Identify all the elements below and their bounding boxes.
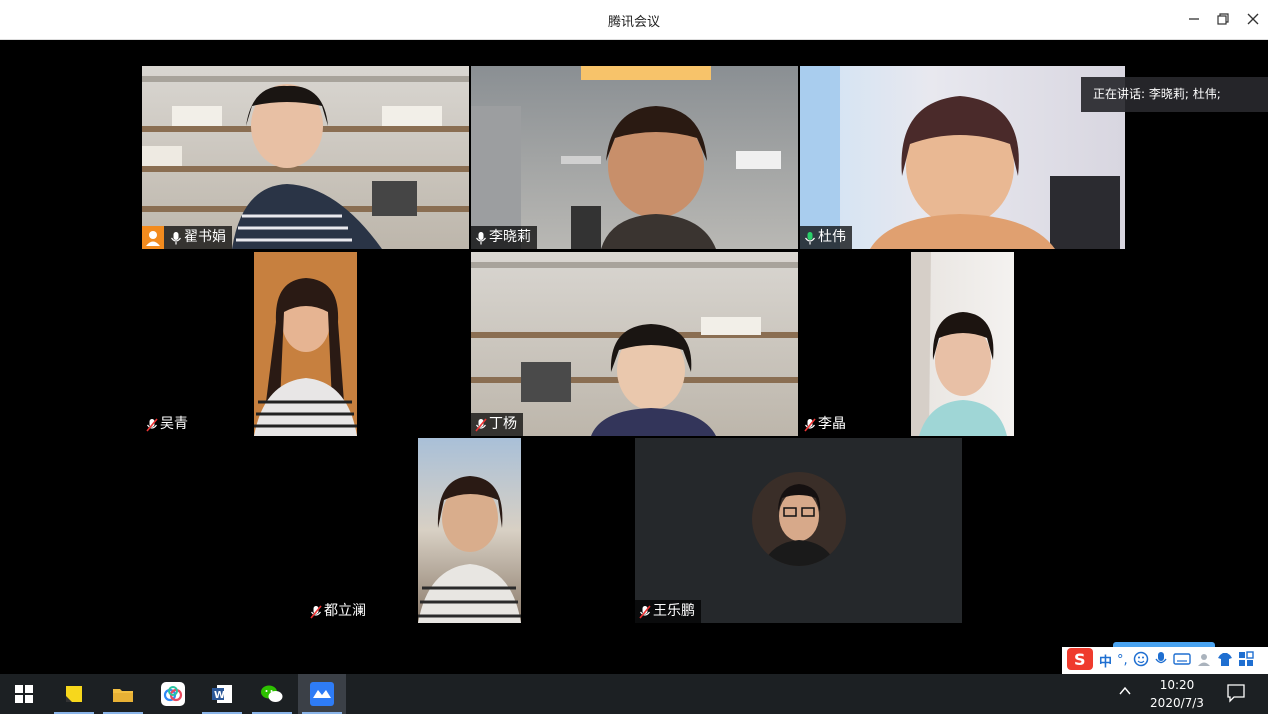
participant-label: 李晶	[800, 413, 852, 436]
word-icon[interactable]: W	[198, 674, 246, 714]
clock-date: 2020/7/3	[1150, 696, 1204, 710]
svg-text:W: W	[214, 690, 225, 701]
skin-icon[interactable]	[1217, 651, 1233, 671]
chevron-up-icon[interactable]	[1118, 684, 1132, 702]
participant-tile[interactable]: 李晶	[800, 252, 1125, 436]
speaking-indicator: 正在讲话: 李晓莉; 杜伟;	[1081, 77, 1268, 112]
host-icon	[142, 226, 164, 249]
participant-name: 吴青	[160, 416, 188, 432]
close-icon[interactable]	[1242, 8, 1264, 30]
sticky-notes-icon[interactable]	[50, 674, 98, 714]
svg-text:S: S	[1074, 650, 1086, 669]
participant-tile[interactable]: 杜伟	[800, 66, 1125, 249]
participant-tile[interactable]: 都立澜	[306, 438, 633, 623]
baidu-netdisk-icon[interactable]	[149, 674, 197, 714]
system-clock[interactable]: 10:20 2020/7/3	[1140, 676, 1214, 712]
video-grid: 翟书娟 李晓莉 杜伟 吴青 丁杨 李晶 都立澜 王乐鹏	[0, 40, 1268, 674]
participant-name: 李晶	[818, 416, 846, 432]
video-feed	[254, 252, 357, 436]
participant-label: 王乐鹏	[635, 600, 701, 623]
voice-input-icon[interactable]	[1154, 651, 1168, 671]
participant-tile[interactable]: 丁杨	[471, 252, 798, 436]
participant-label: 都立澜	[306, 600, 372, 623]
participant-label: 翟书娟	[142, 226, 232, 249]
window-title: 腾讯会议	[607, 15, 660, 30]
mic-muted-icon	[310, 604, 322, 619]
ime-lang-toggle[interactable]: 中	[1099, 651, 1112, 670]
participant-name: 杜伟	[818, 229, 846, 245]
participant-name: 都立澜	[324, 603, 366, 619]
video-feed	[800, 66, 1125, 249]
mic-muted-icon	[804, 417, 816, 432]
participant-label: 杜伟	[800, 226, 852, 249]
tencent-meeting-icon[interactable]	[298, 674, 346, 714]
video-feed	[142, 66, 469, 249]
video-feed	[418, 438, 521, 623]
participant-label: 丁杨	[471, 413, 523, 436]
participant-label: 吴青	[142, 413, 194, 436]
restore-icon[interactable]	[1212, 8, 1234, 30]
participant-name: 丁杨	[489, 416, 517, 432]
participant-name: 翟书娟	[184, 229, 226, 245]
participant-name: 李晓莉	[489, 229, 531, 245]
video-feed	[911, 252, 1014, 436]
participant-label: 李晓莉	[471, 226, 537, 249]
toolbox-icon[interactable]	[1238, 650, 1254, 671]
wechat-icon[interactable]	[248, 674, 296, 714]
video-feed	[471, 252, 798, 436]
participant-name: 王乐鹏	[653, 603, 695, 619]
file-explorer-icon[interactable]	[99, 674, 147, 714]
mic-on-icon	[805, 231, 815, 244]
video-feed	[471, 66, 798, 249]
windows-start-icon[interactable]	[0, 674, 48, 714]
taskbar: W 10:20 2020/7/3	[0, 674, 1268, 714]
clock-time: 10:20	[1159, 678, 1195, 692]
mic-on-icon	[476, 231, 486, 244]
mic-muted-icon	[475, 417, 487, 432]
ime-toolbar[interactable]: S 中 °,	[1062, 647, 1268, 674]
sogou-logo-icon[interactable]: S	[1066, 647, 1094, 675]
mic-muted-icon	[146, 417, 158, 432]
avatar	[752, 472, 846, 566]
window-titlebar: 腾讯会议	[0, 0, 1268, 40]
mic-on-icon	[171, 231, 181, 244]
participant-tile[interactable]: 王乐鹏	[635, 438, 962, 623]
minimize-icon[interactable]	[1183, 8, 1205, 30]
mic-muted-icon	[639, 604, 651, 619]
emoji-icon[interactable]	[1133, 651, 1149, 671]
participant-tile[interactable]: 翟书娟	[142, 66, 469, 249]
ime-punct-toggle[interactable]: °,	[1117, 653, 1128, 668]
keyboard-icon[interactable]	[1172, 652, 1191, 670]
participant-tile[interactable]: 吴青	[142, 252, 469, 436]
user-icon[interactable]	[1196, 651, 1212, 671]
notification-icon[interactable]	[1226, 683, 1246, 703]
participant-tile[interactable]: 李晓莉	[471, 66, 798, 249]
